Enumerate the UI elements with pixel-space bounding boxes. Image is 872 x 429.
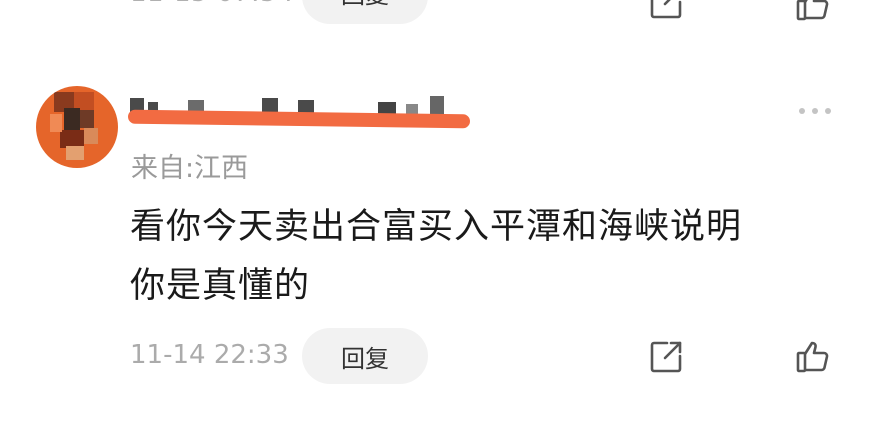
reply-button[interactable]: 回复 bbox=[302, 328, 428, 384]
thumbs-up-icon[interactable] bbox=[795, 338, 831, 374]
comment-text-line2: 你是真懂的 bbox=[130, 266, 311, 306]
previous-comment-time: 11-15 07:54 bbox=[130, 0, 294, 8]
previous-reply-button[interactable]: 回复 bbox=[302, 0, 428, 24]
redaction-scribble bbox=[127, 109, 471, 129]
avatar[interactable] bbox=[36, 86, 118, 168]
comment-text-line1: 看你今天卖出合富买入平潭和海峡说明 bbox=[130, 207, 743, 247]
more-dots-icon[interactable] bbox=[797, 102, 833, 121]
thumbs-up-icon[interactable] bbox=[795, 0, 831, 22]
comment-text: 看你今天卖出合富买入平潭和海峡说明 你是真懂的 bbox=[130, 198, 830, 316]
username-redacted[interactable] bbox=[127, 86, 473, 136]
share-icon[interactable] bbox=[649, 0, 683, 20]
location-label: 来自:江西 bbox=[131, 153, 249, 184]
comment-time: 11-14 22:33 bbox=[130, 340, 289, 370]
share-icon[interactable] bbox=[649, 340, 683, 374]
